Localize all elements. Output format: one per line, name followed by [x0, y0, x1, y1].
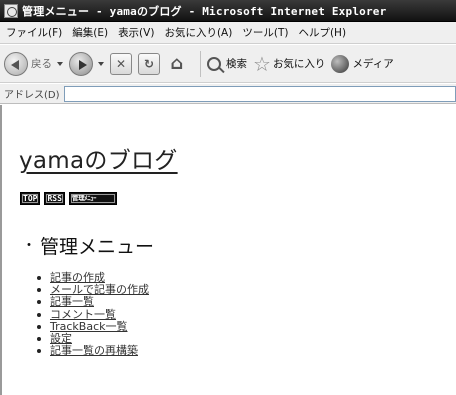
media-button[interactable]: メディア [331, 54, 394, 73]
page-content: yamaのブログ TOP RSS 管理ﾒﾆｭｰ ・管理メニュー 記事の作成 メー… [0, 105, 456, 395]
forward-arrow-icon [69, 51, 93, 76]
menu-favorites[interactable]: お気に入り(A) [164, 25, 232, 40]
star-icon: ☆ [253, 51, 271, 76]
menu-tools[interactable]: ツール(T) [242, 25, 288, 40]
favorites-label: お気に入り [272, 58, 326, 70]
bullet-icon [37, 288, 41, 293]
home-icon: ⌂ [170, 53, 184, 74]
list-item: 記事一覧 [37, 295, 149, 308]
back-button[interactable]: 戻る [4, 51, 63, 76]
search-label: 検索 [226, 58, 247, 70]
link-article-list[interactable]: 記事一覧 [50, 295, 94, 308]
section-heading: ・管理メニュー [22, 232, 154, 259]
link-comment-list[interactable]: コメント一覧 [50, 308, 116, 321]
menu-view[interactable]: 表示(V) [118, 25, 154, 40]
admin-menu-list: 記事の作成 メールで記事の作成 記事一覧 コメント一覧 TrackBack一覧 … [37, 272, 149, 357]
nav-badges: TOP RSS 管理ﾒﾆｭｰ [20, 192, 121, 205]
top-badge[interactable]: TOP [20, 192, 41, 205]
back-arrow-icon [4, 51, 28, 76]
rss-badge[interactable]: RSS [44, 192, 65, 205]
stop-icon: ✕ [110, 52, 132, 75]
standard-toolbar: 戻る ✕ ↻ ⌂ 検索 ☆ お気に入り メディア [0, 45, 456, 83]
admin-menu-badge[interactable]: 管理ﾒﾆｭｰ [68, 192, 117, 205]
bullet-icon [37, 276, 41, 280]
section-title: 管理メニュー [40, 236, 155, 258]
link-trackback-list[interactable]: TrackBack一覧 [50, 320, 128, 333]
refresh-icon: ↻ [138, 52, 160, 75]
blog-title-link[interactable]: yamaのブログ [19, 141, 178, 175]
forward-button[interactable] [69, 51, 104, 76]
back-dropdown-icon[interactable] [57, 61, 63, 66]
back-label: 戻る [31, 58, 52, 70]
link-settings[interactable]: 設定 [50, 332, 72, 345]
media-icon [331, 54, 350, 73]
address-bar: アドレス(D) [0, 84, 456, 104]
toolbar-separator [200, 50, 201, 77]
list-item: コメント一覧 [37, 308, 149, 321]
favorites-button[interactable]: ☆ お気に入り [253, 54, 325, 74]
media-label: メディア [352, 58, 394, 70]
bullet-icon [37, 349, 41, 354]
address-label: アドレス(D) [4, 90, 60, 101]
window-title-bar: 管理メニュー - yamaのブログ - Microsoft Internet E… [0, 0, 456, 22]
heading-bullet: ・ [22, 238, 36, 254]
bullet-icon [37, 300, 41, 305]
address-input[interactable] [63, 85, 456, 102]
forward-dropdown-icon[interactable] [98, 61, 104, 66]
ie-page-icon [4, 3, 18, 18]
home-button[interactable]: ⌂ [166, 53, 188, 75]
search-icon [207, 56, 221, 71]
bullet-icon [37, 336, 41, 341]
refresh-button[interactable]: ↻ [138, 52, 160, 75]
menu-help[interactable]: ヘルプ(H) [298, 25, 346, 40]
bullet-icon [37, 312, 41, 317]
window-title: 管理メニュー - yamaのブログ - Microsoft Internet E… [22, 4, 387, 18]
link-rebuild-article-list[interactable]: 記事一覧の再構築 [50, 344, 138, 357]
list-item: 記事一覧の再構築 [37, 344, 149, 357]
menu-bar: ファイル(F) 編集(E) 表示(V) お気に入り(A) ツール(T) ヘルプ(… [0, 22, 456, 44]
menu-edit[interactable]: 編集(E) [72, 25, 108, 40]
search-button[interactable]: 検索 [207, 56, 247, 71]
menu-file[interactable]: ファイル(F) [6, 25, 62, 40]
bullet-icon [37, 324, 41, 329]
stop-button[interactable]: ✕ [110, 52, 132, 75]
